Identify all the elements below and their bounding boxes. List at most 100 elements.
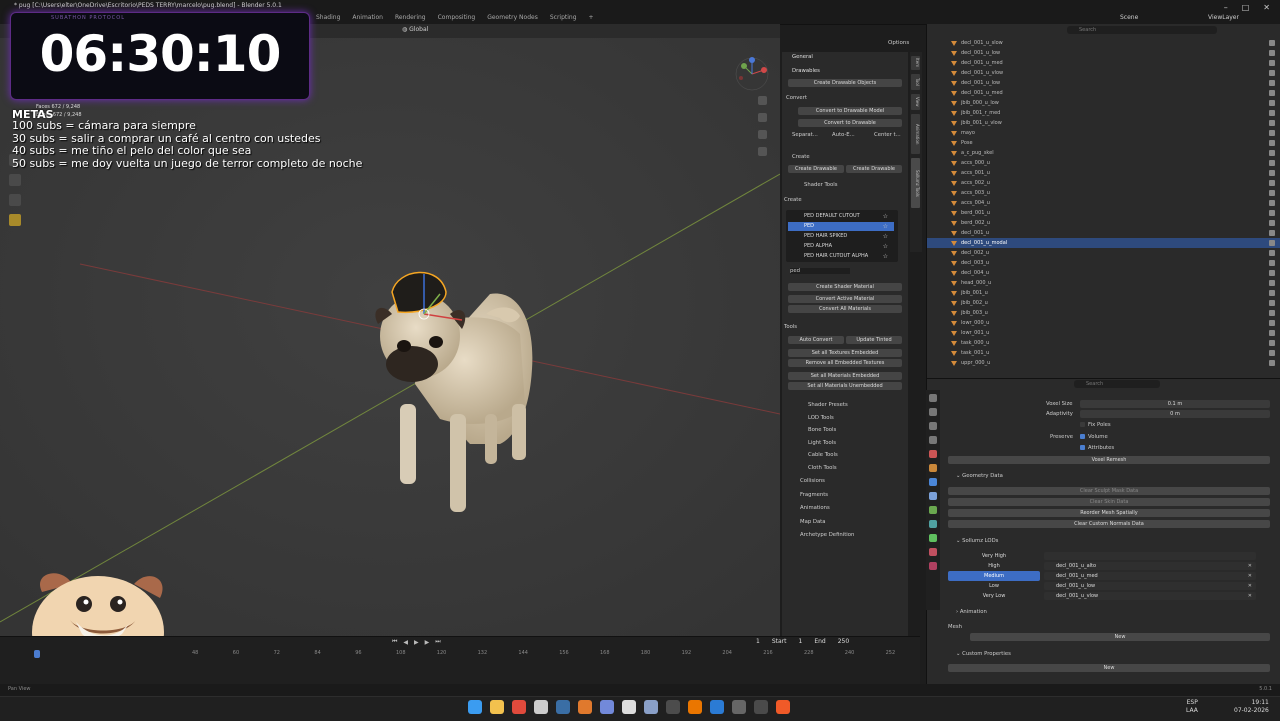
visibility-icon[interactable] — [1269, 350, 1275, 356]
convert-active-material-button[interactable]: Convert Active Material — [788, 295, 902, 303]
lod-level-label[interactable]: Very High — [948, 551, 1040, 561]
outliner-row[interactable]: jbib_001_u — [927, 288, 1280, 298]
outliner-row[interactable]: berd_001_u — [927, 208, 1280, 218]
voxel-size-field[interactable]: 0.1 m — [1080, 400, 1270, 408]
visibility-icon[interactable] — [1269, 120, 1275, 126]
star-icon[interactable]: ☆ — [883, 242, 888, 251]
volume-checkbox[interactable]: Volume — [1080, 434, 1108, 440]
discord-icon[interactable] — [600, 700, 614, 714]
tab-scripting[interactable]: Scripting — [550, 14, 577, 21]
outliner-row[interactable]: decl_001_u_modal — [927, 238, 1280, 248]
steam-icon[interactable] — [556, 700, 570, 714]
star-icon[interactable]: ☆ — [883, 212, 888, 221]
file-explorer-icon[interactable] — [490, 700, 504, 714]
options-button[interactable]: Options — [888, 40, 909, 46]
outliner-row[interactable]: decl_001_u_slow — [927, 38, 1280, 48]
outliner-row[interactable]: task_000_u — [927, 338, 1280, 348]
visibility-icon[interactable] — [1269, 270, 1275, 276]
create-shader-material-button[interactable]: Create Shader Material — [788, 283, 902, 291]
clear-icon[interactable]: ✕ — [1248, 572, 1252, 580]
outliner-row[interactable]: mayo — [927, 128, 1280, 138]
section-collisions[interactable]: Collisions — [800, 478, 825, 484]
animation-header[interactable]: › Animation — [956, 609, 987, 615]
visibility-icon[interactable] — [1269, 340, 1275, 346]
language-indicator[interactable]: ESP LAA — [1186, 699, 1198, 715]
outliner-row[interactable]: task_001_u — [927, 348, 1280, 358]
lod-row[interactable]: Low decl_001_u_low ✕ — [948, 581, 1256, 591]
artstation-icon[interactable] — [578, 700, 592, 714]
visibility-icon[interactable] — [1269, 150, 1275, 156]
separate-option[interactable]: Separat... — [792, 132, 818, 138]
general-header[interactable]: General — [792, 54, 813, 60]
output-tab-icon[interactable] — [929, 422, 937, 430]
data-tab-icon[interactable] — [929, 534, 937, 542]
particles-tab-icon[interactable] — [929, 492, 937, 500]
pan-hand-icon[interactable] — [758, 113, 767, 122]
visibility-icon[interactable] — [1269, 330, 1275, 336]
create-drawable-button-2[interactable]: Create Drawable — [846, 165, 902, 173]
render-tab-icon[interactable] — [929, 408, 937, 416]
attributes-checkbox[interactable]: Attributes — [1080, 445, 1114, 451]
visibility-icon[interactable] — [1269, 360, 1275, 366]
tab-view[interactable]: View — [911, 94, 920, 110]
custom-properties-header[interactable]: ⌄ Custom Properties — [956, 651, 1011, 657]
sollumz-lods-header[interactable]: ⌄ Sollumz LODs — [956, 538, 998, 544]
tab-sollumz-tools[interactable]: Sollumz Tools — [911, 158, 920, 208]
drawables-header[interactable]: Drawables — [792, 68, 820, 74]
visibility-icon[interactable] — [1269, 70, 1275, 76]
cursor-icon[interactable] — [622, 700, 636, 714]
visibility-icon[interactable] — [1269, 90, 1275, 96]
visibility-icon[interactable] — [1269, 40, 1275, 46]
list-item[interactable]: PED HAIR SPIKED ☆ — [788, 232, 894, 241]
tab-shading[interactable]: Shading — [316, 14, 340, 21]
camera-icon[interactable] — [758, 130, 767, 139]
visibility-icon[interactable] — [1269, 130, 1275, 136]
prev-key-icon[interactable]: ◀ — [403, 639, 408, 646]
visibility-icon[interactable] — [1269, 160, 1275, 166]
texture-tab-icon[interactable] — [929, 562, 937, 570]
visibility-icon[interactable] — [1269, 170, 1275, 176]
visibility-icon[interactable] — [1269, 80, 1275, 86]
convert-to-drawable-model-button[interactable]: Convert to Drawable Model — [798, 107, 902, 115]
close-icon[interactable]: ✕ — [1263, 3, 1270, 12]
scale-tool-icon[interactable] — [9, 194, 21, 206]
outliner-row[interactable]: decl_001_u_med — [927, 58, 1280, 68]
lod-level-label[interactable]: Medium — [948, 571, 1040, 581]
clear-icon[interactable]: ✕ — [1248, 592, 1252, 600]
physics-tab-icon[interactable] — [929, 506, 937, 514]
outliner-row[interactable]: lowr_001_u — [927, 328, 1280, 338]
zoom-icon[interactable] — [758, 96, 767, 105]
convert-all-materials-button[interactable]: Convert All Materials — [788, 305, 902, 313]
section-archetype-definition[interactable]: Archetype Definition — [800, 532, 854, 538]
outliner-row[interactable]: jbib_003_u — [927, 308, 1280, 318]
visibility-icon[interactable] — [1269, 290, 1275, 296]
constraints-tab-icon[interactable] — [929, 520, 937, 528]
update-tinted-button[interactable]: Update Tinted — [846, 336, 902, 344]
navigation-gizmo[interactable] — [734, 56, 770, 92]
clear-custom-normals-button[interactable]: Clear Custom Normals Data — [948, 520, 1270, 528]
visibility-icon[interactable] — [1269, 220, 1275, 226]
scene-tab-icon[interactable] — [929, 450, 937, 458]
visibility-icon[interactable] — [1269, 320, 1275, 326]
outliner-row[interactable]: lowr_000_u — [927, 318, 1280, 328]
lod-mesh-field[interactable] — [1044, 552, 1256, 560]
outliner-row[interactable]: uppr_000_u — [927, 358, 1280, 368]
convert-to-drawable-button[interactable]: Convert to Drawable — [798, 119, 902, 127]
star-icon[interactable]: ☆ — [883, 222, 888, 231]
modifier-tab-icon[interactable] — [929, 478, 937, 486]
tab-rendering[interactable]: Rendering — [395, 14, 426, 21]
section-animations[interactable]: Animations — [800, 505, 830, 511]
chrome-icon[interactable] — [512, 700, 526, 714]
outliner-row[interactable]: decl_001_u_vlow — [927, 68, 1280, 78]
outliner-row[interactable]: jbib_001_u_vlow — [927, 118, 1280, 128]
set-textures-embedded-button[interactable]: Set all Textures Embedded — [788, 349, 902, 357]
outliner-row[interactable]: jbib_001_r_med — [927, 108, 1280, 118]
maximize-icon[interactable]: □ — [1242, 3, 1250, 12]
visibility-icon[interactable] — [1269, 260, 1275, 266]
timeline-ruler[interactable]: 48 60 72 84 96 108 120 132 144 156 168 180 192 204 216… — [0, 650, 920, 660]
create-drawable-objects-button[interactable]: Create Drawable Objects — [788, 79, 902, 87]
clock[interactable]: 19:11 07-02-2026 — [1234, 699, 1269, 715]
lod-level-label[interactable]: High — [948, 561, 1040, 571]
list-item[interactable]: PED ☆ — [788, 222, 894, 231]
3d-viewport[interactable] — [0, 24, 780, 636]
